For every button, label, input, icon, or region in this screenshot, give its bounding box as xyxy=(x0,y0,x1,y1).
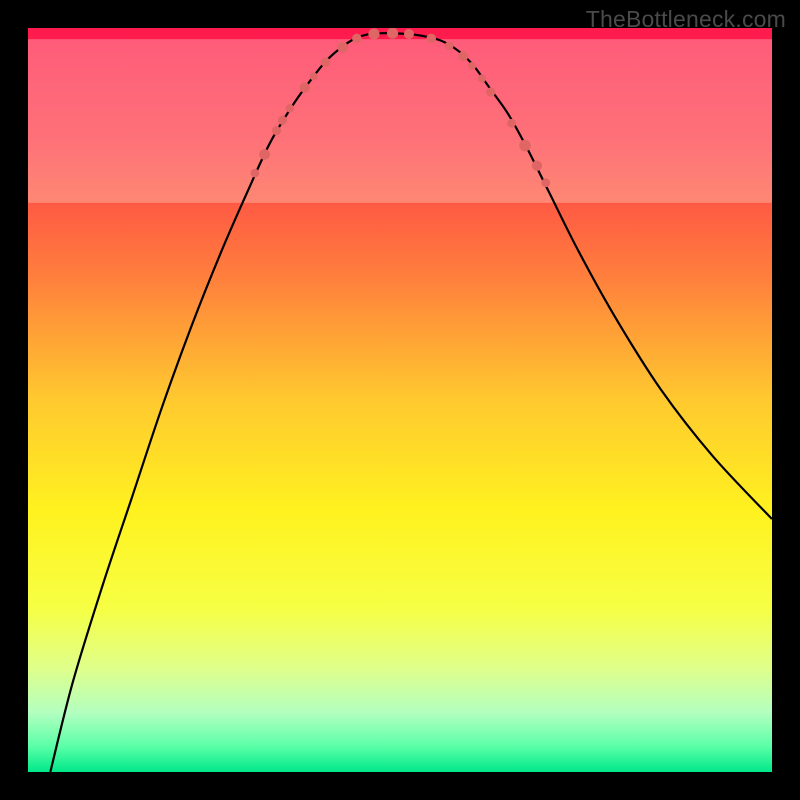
marker-dot xyxy=(507,119,516,128)
marker-dot xyxy=(532,160,542,170)
pale-band xyxy=(28,39,772,203)
marker-dot xyxy=(300,82,310,92)
marker-dot xyxy=(426,34,436,44)
marker-dot xyxy=(337,42,348,53)
watermark-text: TheBottleneck.com xyxy=(586,6,786,33)
marker-dot xyxy=(468,62,476,70)
marker-dot xyxy=(259,149,270,160)
marker-dot xyxy=(486,87,495,96)
marker-dot xyxy=(445,41,454,50)
marker-dot xyxy=(519,140,531,152)
marker-dot xyxy=(278,116,287,125)
chart-svg xyxy=(28,28,772,772)
marker-dot xyxy=(478,74,486,82)
marker-dot xyxy=(458,51,468,61)
marker-dot xyxy=(541,178,550,187)
marker-dot xyxy=(387,28,398,39)
marker-dot xyxy=(272,126,281,135)
marker-dot xyxy=(286,104,294,112)
marker-dot xyxy=(310,72,318,80)
plot-area xyxy=(28,28,772,772)
marker-dot xyxy=(321,57,331,67)
marker-dot xyxy=(352,34,362,44)
marker-dot xyxy=(368,28,379,39)
marker-dot xyxy=(251,169,260,178)
outer-frame: TheBottleneck.com xyxy=(0,0,800,800)
marker-dot xyxy=(404,29,414,39)
